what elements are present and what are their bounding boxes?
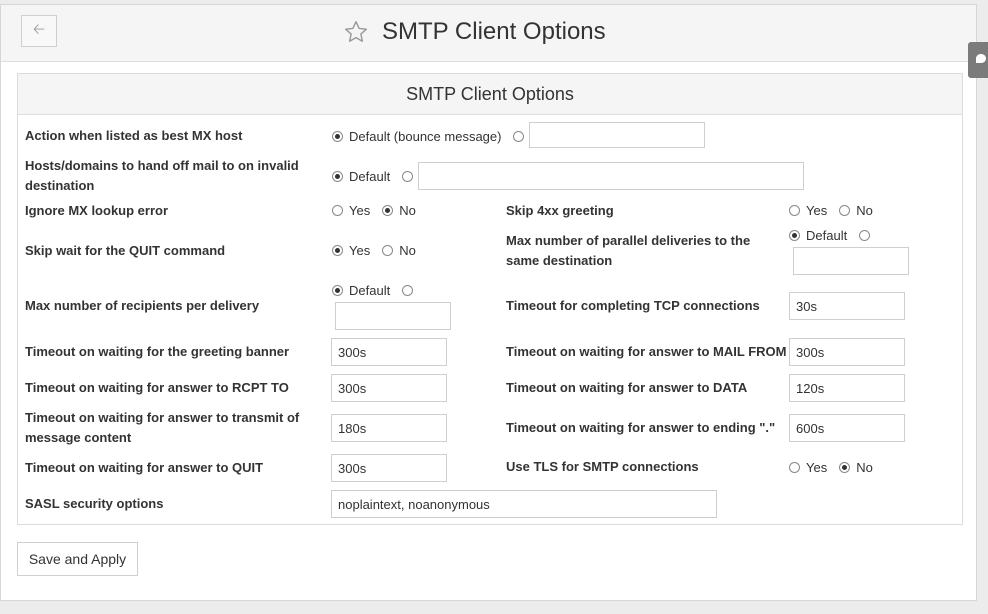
timeout-rcpt-label: Timeout on waiting for answer to RCPT TO — [25, 380, 289, 395]
timeout-quit-label: Timeout on waiting for answer to QUIT — [25, 460, 264, 475]
use-tls-no-radio[interactable] — [839, 461, 851, 473]
best-mx-custom-option[interactable] — [513, 130, 530, 142]
sasl-input[interactable] — [331, 490, 717, 518]
timeout-tcp-label: Timeout for completing TCP connections — [506, 298, 760, 313]
handoff-custom-option[interactable] — [402, 170, 419, 182]
title-area: SMTP Client Options — [343, 15, 606, 49]
use-tls-no-option[interactable]: No — [839, 460, 873, 475]
top-bar: 🡠 SMTP Client Options — [1, 5, 976, 62]
ignore-mx-yes-radio[interactable] — [332, 204, 343, 216]
best-mx-default-radio[interactable] — [332, 130, 343, 142]
timeout-transmit-label: Timeout on waiting for answer to transmi… — [25, 410, 300, 445]
handoff-input[interactable] — [418, 162, 804, 190]
use-tls-yes-radio[interactable] — [789, 461, 800, 473]
timeout-rcpt-input[interactable] — [331, 374, 447, 402]
max-parallel-radio-group: Default — [789, 225, 888, 245]
handoff-radio-group: Default — [332, 166, 431, 186]
ignore-mx-radio-group: Yes No — [332, 200, 428, 220]
skip-quit-yes-radio[interactable] — [332, 244, 343, 256]
ignore-mx-yes-option[interactable]: Yes — [332, 203, 370, 218]
timeout-banner-input[interactable] — [331, 338, 447, 366]
handoff-custom-radio[interactable] — [402, 170, 414, 182]
best-mx-custom-radio[interactable] — [513, 130, 525, 142]
save-apply-button[interactable]: Save and Apply — [17, 542, 138, 576]
skip-4xx-yes-radio[interactable] — [789, 204, 800, 216]
best-mx-default-option[interactable]: Default (bounce message) — [332, 129, 501, 144]
timeout-tcp-input[interactable] — [789, 292, 905, 320]
max-recipients-input[interactable] — [335, 302, 451, 330]
star-icon[interactable] — [343, 19, 369, 45]
skip-quit-radio-group: Yes No — [332, 240, 428, 260]
use-tls-yes-option[interactable]: Yes — [789, 460, 827, 475]
best-mx-radio-group: Default (bounce message) — [332, 126, 542, 146]
page-title: SMTP Client Options — [382, 18, 606, 45]
max-parallel-label: Max number of parallel deliveries to the… — [506, 233, 751, 268]
ignore-mx-no-radio[interactable] — [382, 204, 394, 216]
handoff-default-radio[interactable] — [332, 170, 343, 182]
max-parallel-custom-radio[interactable] — [859, 229, 871, 241]
handoff-label: Hosts/domains to hand off mail to on inv… — [25, 158, 299, 193]
timeout-data-label: Timeout on waiting for answer to DATA — [506, 380, 748, 395]
ignore-mx-label: Ignore MX lookup error — [25, 203, 169, 218]
best-mx-input[interactable] — [529, 122, 705, 148]
skip-4xx-no-option[interactable]: No — [839, 203, 873, 218]
best-mx-label: Action when listed as best MX host — [25, 128, 243, 143]
timeout-data-input[interactable] — [789, 374, 905, 402]
max-parallel-default-option[interactable]: Default — [789, 228, 847, 243]
timeout-ending-label: Timeout on waiting for answer to ending … — [506, 420, 776, 435]
use-tls-radio-group: Yes No — [789, 457, 885, 477]
max-recipients-default-option[interactable]: Default — [332, 283, 390, 298]
timeout-mailfrom-input[interactable] — [789, 338, 905, 366]
max-recipients-radio-group: Default — [332, 280, 431, 300]
timeout-quit-input[interactable] — [331, 454, 447, 482]
max-parallel-custom-option[interactable] — [859, 229, 876, 241]
skip-quit-yes-option[interactable]: Yes — [332, 243, 370, 258]
timeout-ending-input[interactable] — [789, 414, 905, 442]
skip-quit-label: Skip wait for the QUIT command — [25, 243, 226, 258]
max-recipients-custom-radio[interactable] — [402, 284, 414, 296]
timeout-mailfrom-label: Timeout on waiting for answer to MAIL FR… — [506, 344, 787, 359]
arrow-left-icon: 🡠 — [32, 20, 46, 38]
skip-4xx-no-radio[interactable] — [839, 204, 851, 216]
handoff-default-option[interactable]: Default — [332, 169, 390, 184]
max-recipients-custom-option[interactable] — [402, 284, 419, 296]
panel-title: SMTP Client Options — [18, 74, 962, 115]
timeout-transmit-input[interactable] — [331, 414, 447, 442]
ignore-mx-no-option[interactable]: No — [382, 203, 416, 218]
skip-4xx-radio-group: Yes No — [789, 200, 885, 220]
sasl-label: SASL security options — [25, 496, 164, 511]
skip-quit-no-radio[interactable] — [382, 244, 394, 256]
back-button[interactable]: 🡠 — [21, 15, 57, 47]
skip-4xx-label: Skip 4xx greeting — [506, 203, 614, 218]
skip-4xx-yes-option[interactable]: Yes — [789, 203, 827, 218]
max-parallel-default-radio[interactable] — [789, 229, 800, 241]
skip-quit-no-option[interactable]: No — [382, 243, 416, 258]
max-recipients-label: Max number of recipients per delivery — [25, 298, 260, 313]
timeout-banner-label: Timeout on waiting for the greeting bann… — [25, 344, 290, 359]
max-parallel-input[interactable] — [793, 247, 909, 275]
side-tab-chat-icon[interactable] — [968, 42, 988, 78]
max-recipients-default-radio[interactable] — [332, 284, 343, 296]
use-tls-label: Use TLS for SMTP connections — [506, 459, 699, 474]
